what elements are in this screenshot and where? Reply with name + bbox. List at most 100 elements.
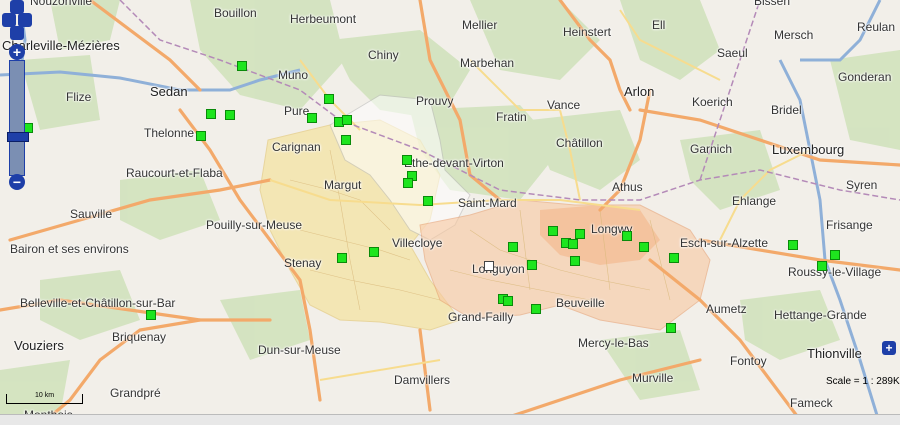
place-label: Vance (547, 98, 581, 112)
place-label: Beuveille (556, 296, 605, 310)
place-label: Mersch (774, 28, 814, 42)
place-label: Roussy-le-Village (788, 265, 882, 279)
place-label: Belleville-et-Châtillon-sur-Bar (20, 296, 176, 310)
place-label: Bissen (754, 0, 791, 8)
map-marker[interactable] (639, 242, 649, 252)
map-viewport[interactable]: Nouzonville Bouillon Herbeumont Bissen C… (0, 0, 900, 425)
place-label: Koerich (692, 95, 733, 109)
place-label: Briquenay (112, 330, 167, 344)
place-label: Stenay (284, 256, 322, 270)
map-marker[interactable] (341, 135, 351, 145)
zoom-slider-handle[interactable] (7, 132, 29, 142)
place-label: Pouilly-sur-Meuse (206, 218, 303, 232)
map-marker[interactable] (237, 61, 247, 71)
pan-down-button[interactable] (10, 26, 24, 40)
scale-bar: 10 km (6, 392, 83, 404)
place-label: Luxembourg (772, 142, 845, 157)
pan-up-button[interactable] (10, 0, 24, 14)
map-marker[interactable] (531, 304, 541, 314)
scale-ratio-text: Scale = 1 : 289K (826, 376, 900, 387)
map-marker[interactable] (575, 229, 585, 239)
map-marker[interactable] (307, 113, 317, 123)
place-label: Bridel (771, 103, 802, 117)
map-marker[interactable] (206, 109, 216, 119)
place-label: Heinstert (563, 25, 612, 39)
map-marker[interactable] (403, 178, 413, 188)
place-label: Mellier (462, 18, 498, 32)
map-marker[interactable] (225, 110, 235, 120)
map-marker[interactable] (508, 242, 518, 252)
map-marker[interactable] (666, 323, 676, 333)
scale-bar-label: 10 km (35, 392, 55, 399)
zoom-slider-track[interactable] (9, 60, 25, 176)
map-marker[interactable] (568, 239, 578, 249)
map-marker[interactable] (337, 253, 347, 263)
place-label: Saint-Mard (458, 196, 517, 210)
place-label: Margut (324, 178, 362, 192)
map-marker[interactable] (570, 256, 580, 266)
place-label: Sedan (150, 84, 188, 99)
place-label: Longuyon (472, 262, 525, 276)
pan-left-button[interactable] (2, 13, 16, 27)
map-marker[interactable] (402, 155, 412, 165)
zoom-out-button[interactable]: − (9, 174, 25, 190)
bottom-scrollbar[interactable] (0, 414, 900, 425)
place-label: Gonderan (838, 70, 892, 84)
place-label: Fontoy (730, 354, 767, 368)
zoom-in-button[interactable]: + (9, 44, 25, 60)
layer-switcher-button[interactable]: + (882, 341, 896, 355)
place-label: Ethe-devant-Virton (404, 156, 504, 170)
place-label: Pure (284, 104, 310, 118)
place-label: Mercy-le-Bas (578, 336, 649, 350)
place-label: Bairon et ses environs (10, 242, 129, 256)
place-label: Herbeumont (290, 12, 357, 26)
map-marker[interactable] (324, 94, 334, 104)
place-label: Reulan (857, 20, 896, 34)
place-label: Châtillon (556, 136, 603, 150)
place-label: Fratin (496, 110, 527, 124)
map-marker[interactable] (503, 296, 513, 306)
place-label: Saeul (717, 46, 748, 60)
selected-map-marker[interactable] (484, 261, 494, 271)
pan-right-button[interactable] (18, 13, 32, 27)
map-marker[interactable] (830, 250, 840, 260)
place-label: Aumetz (706, 302, 747, 316)
place-label: Chiny (368, 48, 399, 62)
place-label: Garnich (690, 142, 733, 156)
map-marker[interactable] (369, 247, 379, 257)
place-label: Vouziers (14, 338, 64, 353)
place-label: Bouillon (214, 6, 257, 20)
map-marker[interactable] (622, 231, 632, 241)
pan-zoom-control: + − (0, 0, 40, 190)
place-label: Dun-sur-Meuse (258, 343, 341, 357)
map-marker[interactable] (527, 260, 537, 270)
place-label: Villecloye (392, 236, 443, 250)
map-marker[interactable] (669, 253, 679, 263)
place-label: Arlon (624, 84, 655, 99)
map-marker[interactable] (817, 261, 827, 271)
place-label: Prouvy (416, 94, 454, 108)
place-label: Ehlange (732, 194, 777, 208)
place-label: Ell (652, 18, 666, 32)
place-label: Fameck (790, 396, 833, 410)
map-marker[interactable] (788, 240, 798, 250)
place-label: Murville (632, 371, 674, 385)
map-marker[interactable] (146, 310, 156, 320)
place-label: Carignan (272, 140, 321, 154)
place-label: Esch-sur-Alzette (680, 236, 769, 250)
place-label: Syren (846, 178, 878, 192)
place-label: Athus (612, 180, 643, 194)
map-marker[interactable] (196, 131, 206, 141)
place-label: Grandpré (110, 386, 161, 400)
place-label: Thelonne (144, 126, 195, 140)
place-label: Muno (278, 68, 309, 82)
map-marker[interactable] (342, 115, 352, 125)
place-label: Hettange-Grande (774, 308, 867, 322)
place-label: Flize (66, 90, 92, 104)
place-label: Frisange (826, 218, 873, 232)
place-label: Damvillers (394, 373, 451, 387)
map-marker[interactable] (423, 196, 433, 206)
place-label: Sauville (70, 207, 113, 221)
place-label: Raucourt-et-Flaba (126, 166, 223, 180)
map-marker[interactable] (548, 226, 558, 236)
